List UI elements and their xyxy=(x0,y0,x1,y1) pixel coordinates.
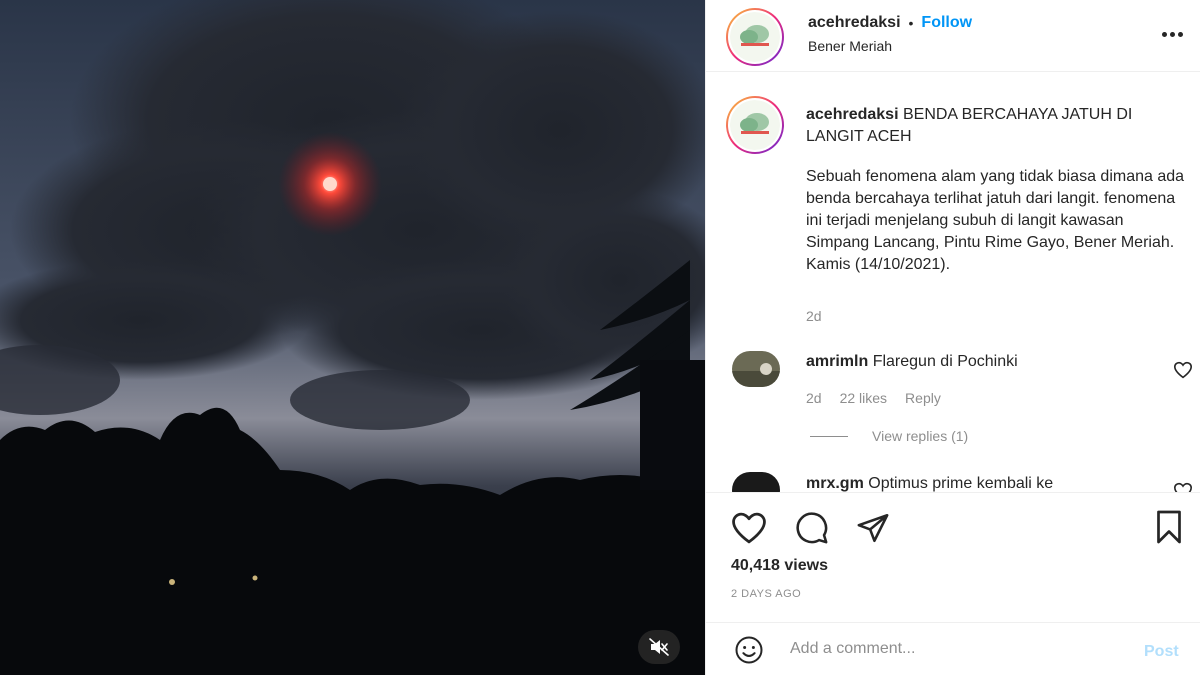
replies-divider xyxy=(810,435,848,437)
comment-meta: 2d 22 likes Reply xyxy=(806,390,941,406)
comment-row: amrimln Flaregun di Pochinki xyxy=(806,353,1018,371)
comment-text: Optimus prime kembali ke xyxy=(868,475,1054,492)
add-comment-bar: Post xyxy=(706,622,1200,675)
comment-time[interactable]: 2d xyxy=(806,390,822,406)
comment-like-heart-icon[interactable] xyxy=(1173,482,1193,492)
bookmark-icon[interactable] xyxy=(1152,509,1186,545)
aceh-redaksi-logo-icon xyxy=(740,25,769,46)
author-avatar[interactable] xyxy=(726,8,784,66)
caption-header: acehredaksi BENDA BERCAHAYA JATUH DI LAN… xyxy=(806,104,1191,148)
night-sky-video-frame xyxy=(0,0,705,675)
aceh-redaksi-logo-icon xyxy=(740,113,769,134)
view-count[interactable]: 40,418 views xyxy=(731,557,828,575)
post-side-panel: acehredaksi • Follow Bener Meriah acehre… xyxy=(705,0,1200,675)
caption-time[interactable]: 2d xyxy=(806,308,822,324)
comment-avatar[interactable] xyxy=(732,472,780,492)
view-replies-button[interactable]: View replies (1) xyxy=(810,428,968,444)
comment-reply-button[interactable]: Reply xyxy=(905,390,941,406)
heart-icon[interactable] xyxy=(730,511,768,545)
author-username[interactable]: acehredaksi xyxy=(808,14,901,32)
follow-button[interactable]: Follow xyxy=(921,14,972,32)
comment-likes[interactable]: 22 likes xyxy=(840,390,887,406)
comments-list[interactable]: acehredaksi BENDA BERCAHAYA JATUH DI LAN… xyxy=(706,72,1200,492)
caption-author-avatar[interactable] xyxy=(726,96,784,154)
instagram-post-viewer: acehredaksi • Follow Bener Meriah acehre… xyxy=(0,0,1200,675)
comment-username[interactable]: amrimln xyxy=(806,353,868,370)
caption-username[interactable]: acehredaksi xyxy=(806,106,899,123)
comment-like-heart-icon[interactable] xyxy=(1173,361,1193,379)
post-location[interactable]: Bener Meriah xyxy=(808,38,892,54)
comment-icon[interactable] xyxy=(794,511,830,545)
muted-speaker-icon xyxy=(649,638,669,656)
comment-row: mrx.gm Optimus prime kembali ke xyxy=(806,475,1053,492)
post-actions: 40,418 views 2 DAYS AGO xyxy=(706,492,1200,622)
view-replies-label: View replies (1) xyxy=(872,428,969,444)
paper-plane-icon[interactable] xyxy=(854,511,892,545)
more-options-icon xyxy=(1161,31,1167,37)
mute-toggle-button[interactable] xyxy=(638,630,680,664)
comment-avatar[interactable] xyxy=(732,351,780,387)
more-options-button[interactable] xyxy=(1158,22,1186,46)
emoji-icon[interactable] xyxy=(730,635,768,665)
separator-dot: • xyxy=(908,15,914,31)
post-video[interactable] xyxy=(0,0,705,675)
post-header: acehredaksi • Follow Bener Meriah xyxy=(706,0,1200,72)
comment-username[interactable]: mrx.gm xyxy=(806,475,864,492)
comment-text: Flaregun di Pochinki xyxy=(872,353,1018,370)
post-comment-button[interactable]: Post xyxy=(1144,643,1179,661)
comment-input[interactable] xyxy=(790,635,1120,663)
caption-body: Sebuah fenomena alam yang tidak biasa di… xyxy=(806,168,1185,273)
posted-time[interactable]: 2 DAYS AGO xyxy=(731,588,801,600)
